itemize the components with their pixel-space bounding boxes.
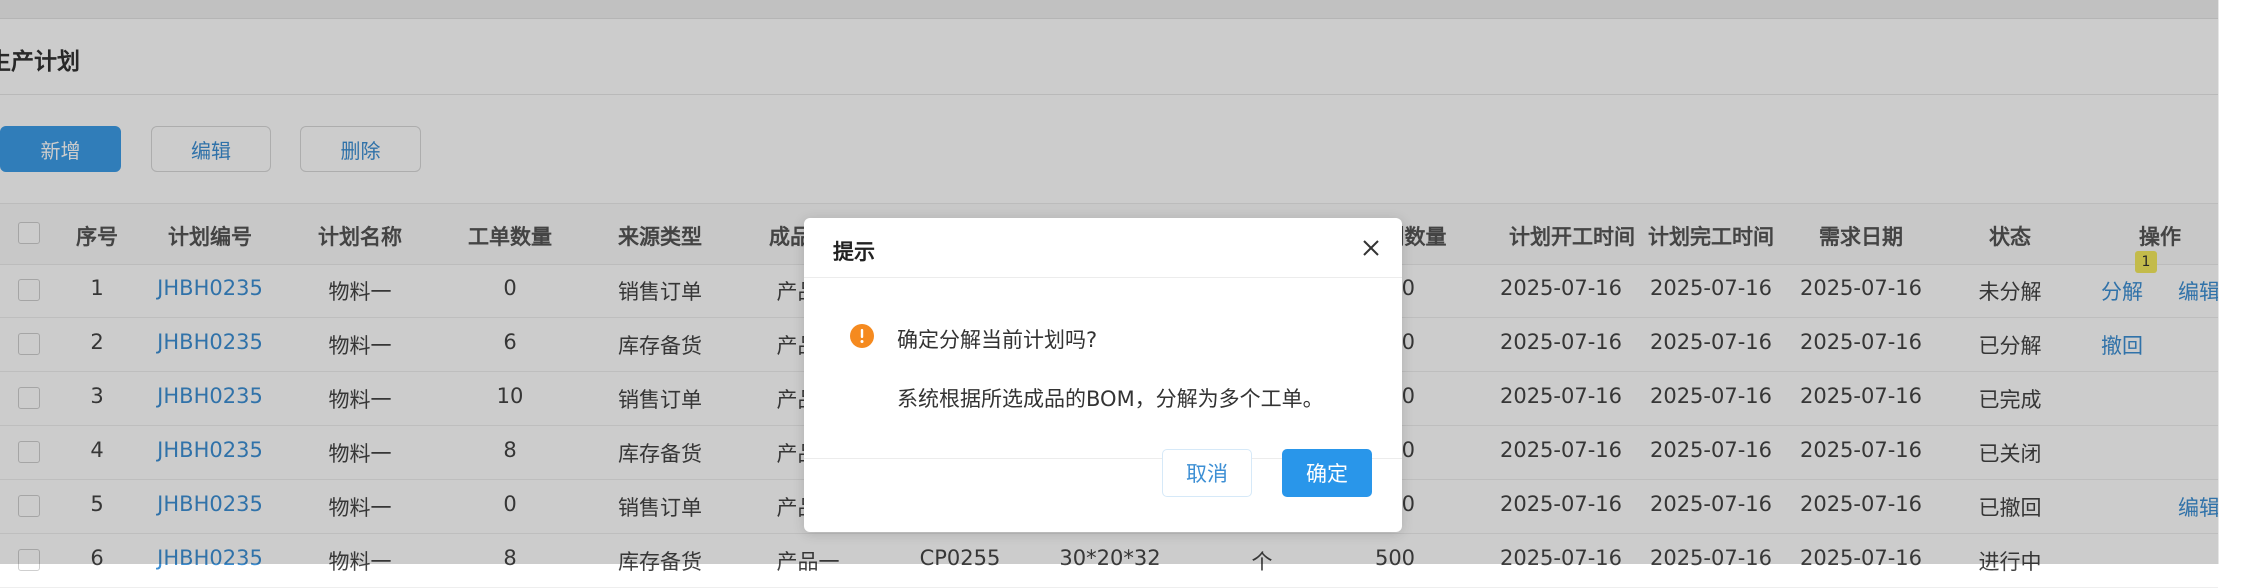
confirm-dialog: 提示 确定分解当前计划吗? 系统根据所选成品的BOM，分解为多个工单。 取消 确…: [804, 218, 1402, 532]
close-icon[interactable]: [1359, 236, 1383, 260]
dialog-message: 确定分解当前计划吗?: [897, 328, 1098, 352]
cancel-button[interactable]: 取消: [1162, 449, 1252, 497]
dialog-header: 提示: [804, 218, 1402, 278]
right-panel-edge: [2218, 0, 2262, 564]
dialog-body: 确定分解当前计划吗? 系统根据所选成品的BOM，分解为多个工单。: [804, 278, 1402, 458]
warning-icon: [850, 324, 874, 348]
dialog-title: 提示: [833, 240, 875, 264]
confirm-button[interactable]: 确定: [1282, 449, 1372, 497]
dialog-detail: 系统根据所选成品的BOM，分解为多个工单。: [897, 387, 1324, 411]
production-plan-page: 生产计划 新增 编辑 删除 序号 计划编号 计划名称 工单数量 来源类型 成品 …: [0, 0, 2262, 588]
